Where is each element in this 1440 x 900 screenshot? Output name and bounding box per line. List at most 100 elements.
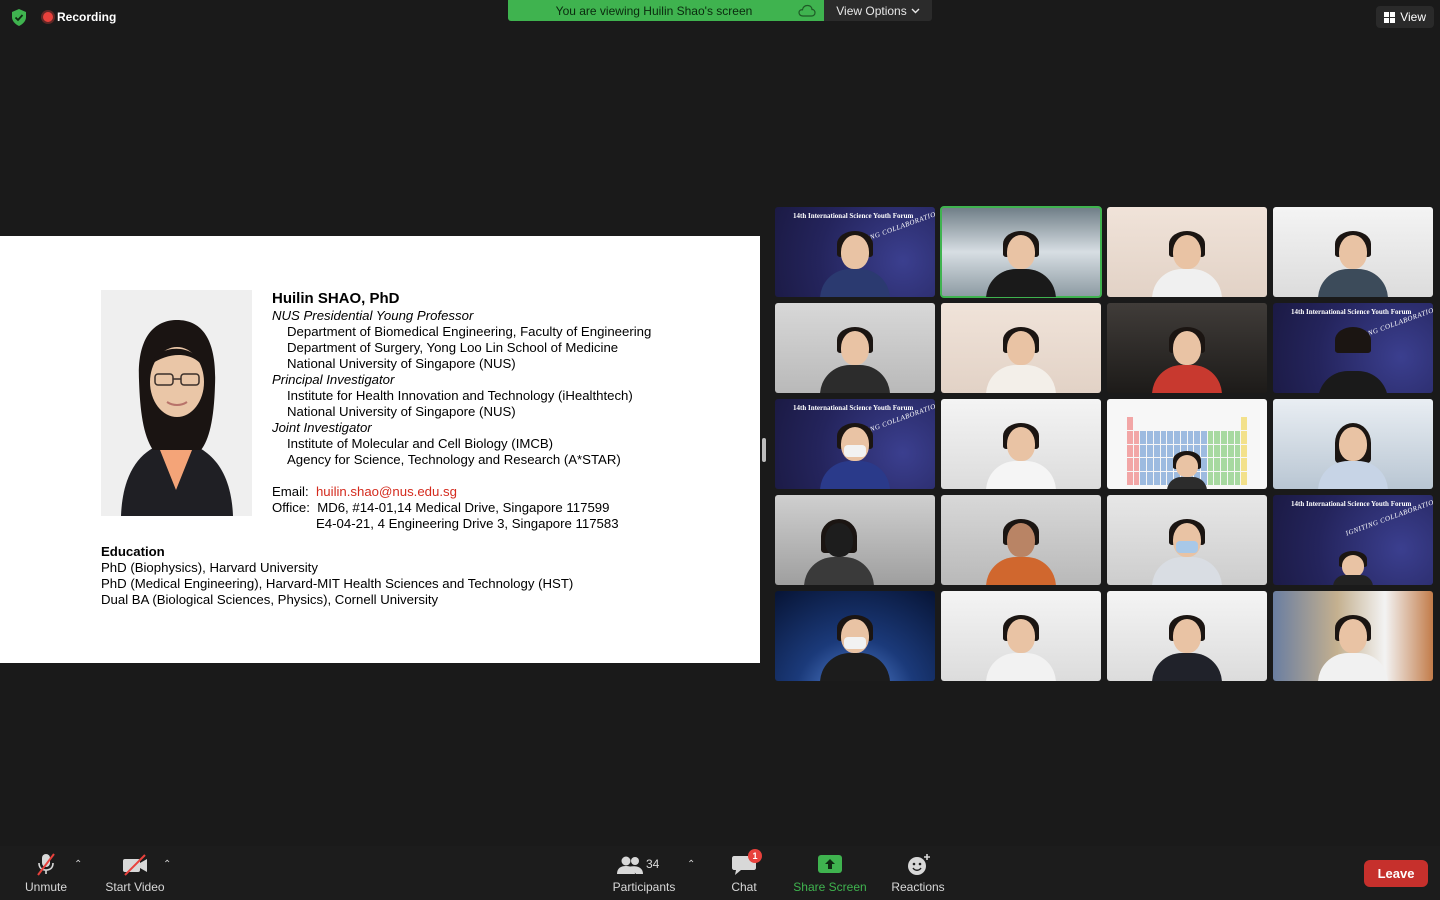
unmute-button[interactable]: Unmute <box>22 846 70 900</box>
education-item: Dual BA (Biological Sciences, Physics), … <box>101 592 439 607</box>
email-row: Email: huilin.shao@nus.edu.sg <box>272 484 651 500</box>
email-link[interactable]: huilin.shao@nus.edu.sg <box>316 484 457 499</box>
participant-video-tile[interactable] <box>775 303 935 393</box>
forum-banner-title: 14th International Science Youth Forum <box>793 404 914 412</box>
participant-video-tile[interactable] <box>941 495 1101 585</box>
speaker-name: Huilin SHAO, PhD <box>272 290 400 307</box>
smiley-plus-icon <box>908 854 930 875</box>
meeting-toolbar: Unmute ⌃ Start Video ⌃ 34 Participants ⌃ <box>0 846 1440 900</box>
split-divider-handle[interactable] <box>762 438 766 462</box>
participants-icon <box>617 856 643 874</box>
participant-silhouette <box>986 615 1056 681</box>
participants-count: 34 <box>646 857 660 871</box>
office-row: Office: MD6, #14-01,14 Medical Drive, Si… <box>272 500 651 516</box>
participant-silhouette <box>1318 615 1388 681</box>
top-bar: Recording You are viewing Huilin Shao's … <box>0 0 1440 34</box>
participants-label: Participants <box>612 880 676 894</box>
participant-video-tile[interactable] <box>1273 207 1433 297</box>
video-options-chevron-up-icon[interactable]: ⌃ <box>163 859 171 870</box>
education-section: Education PhD (Biophysics), Harvard Univ… <box>101 544 573 608</box>
participants-options-chevron-up-icon[interactable]: ⌃ <box>687 859 695 870</box>
participant-silhouette <box>1333 551 1373 585</box>
participant-silhouette <box>986 519 1056 585</box>
viewing-banner: You are viewing Huilin Shao's screen <box>508 0 824 21</box>
forum-banner-title: 14th International Science Youth Forum <box>1291 308 1412 316</box>
participant-silhouette <box>1152 615 1222 681</box>
participant-video-tile[interactable] <box>775 591 935 681</box>
participant-video-tile[interactable] <box>1107 399 1267 489</box>
forum-banner-title: 14th International Science Youth Forum <box>793 212 914 220</box>
audio-options-chevron-up-icon[interactable]: ⌃ <box>74 859 82 870</box>
role-1-line: National University of Singapore (NUS) <box>287 356 516 371</box>
role-1-line: Department of Surgery, Yong Loo Lin Scho… <box>287 340 619 355</box>
leave-button[interactable]: Leave <box>1364 860 1428 887</box>
email-label: Email: <box>272 484 309 499</box>
view-button[interactable]: View <box>1376 6 1434 28</box>
participant-video-tile[interactable] <box>1107 495 1267 585</box>
participant-silhouette <box>1152 231 1222 297</box>
chat-unread-badge: 1 <box>748 849 762 863</box>
participant-video-tile[interactable] <box>941 303 1101 393</box>
participant-video-tile[interactable]: 14th International Science Youth Forum I… <box>775 399 935 489</box>
reactions-button[interactable]: Reactions <box>887 846 949 900</box>
view-options-label: View Options <box>836 3 907 18</box>
office-line-1: MD6, #14-01,14 Medical Drive, Singapore … <box>317 500 610 515</box>
participant-video-tile[interactable]: 14th International Science Youth Forum I… <box>1273 303 1433 393</box>
participant-silhouette <box>1152 519 1222 585</box>
microphone-muted-icon <box>37 853 55 876</box>
recording-indicator[interactable]: Recording <box>43 10 116 24</box>
cloud-icon <box>798 4 816 17</box>
participant-video-tile[interactable]: 14th International Science Youth Forum I… <box>1273 495 1433 585</box>
participant-video-tile[interactable] <box>1107 591 1267 681</box>
grid-view-icon <box>1384 11 1396 23</box>
participant-silhouette <box>986 423 1056 489</box>
chat-label: Chat <box>731 880 757 894</box>
role-title-2: Principal Investigator <box>272 372 395 387</box>
participant-video-tile[interactable] <box>1273 591 1433 681</box>
speaker-photo <box>101 290 252 516</box>
share-screen-arrow-icon <box>818 855 842 873</box>
participant-video-tile[interactable] <box>941 399 1101 489</box>
view-options-button[interactable]: View Options <box>824 0 932 21</box>
office-line-2: E4-04-21, 4 Engineering Drive 3, Singapo… <box>316 516 619 531</box>
participant-silhouette <box>820 231 890 297</box>
role-3-line: Agency for Science, Technology and Resea… <box>287 452 621 467</box>
participant-silhouette <box>1152 327 1222 393</box>
chevron-down-icon <box>911 8 920 13</box>
view-label: View <box>1400 10 1426 24</box>
participants-button[interactable]: 34 Participants <box>608 846 680 900</box>
participant-video-tile[interactable] <box>1107 303 1267 393</box>
participant-silhouette <box>1318 231 1388 297</box>
reactions-label: Reactions <box>891 880 945 894</box>
participant-silhouette <box>986 327 1056 393</box>
role-title-3: Joint Investigator <box>272 420 372 435</box>
speaker-info: Huilin SHAO, PhD NUS Presidential Young … <box>272 290 651 532</box>
recording-label: Recording <box>57 10 117 24</box>
active-speaker-video-tile[interactable] <box>940 206 1102 298</box>
participant-silhouette <box>1167 451 1207 489</box>
participant-video-tile[interactable] <box>1107 207 1267 297</box>
role-1-line: Department of Biomedical Engineering, Fa… <box>287 324 652 339</box>
participant-video-tile[interactable] <box>1273 399 1433 489</box>
share-screen-label: Share Screen <box>793 880 867 894</box>
participant-silhouette <box>986 231 1056 297</box>
education-item: PhD (Medical Engineering), Harvard-MIT H… <box>101 576 574 591</box>
participant-video-tile[interactable] <box>775 495 935 585</box>
chat-button[interactable]: 1 Chat <box>722 846 766 900</box>
participant-video-tile[interactable] <box>941 591 1101 681</box>
share-screen-button[interactable]: Share Screen <box>790 846 870 900</box>
role-2-line: Institute for Health Innovation and Tech… <box>287 388 633 403</box>
participant-silhouette <box>1318 423 1388 489</box>
participant-video-tile[interactable]: 14th International Science Youth Forum I… <box>775 207 935 297</box>
forum-banner-title: 14th International Science Youth Forum <box>1291 500 1412 508</box>
start-video-button[interactable]: Start Video <box>100 846 170 900</box>
role-title-1: NUS Presidential Young Professor <box>272 308 474 323</box>
recording-dot-icon <box>43 12 53 22</box>
shield-icon[interactable] <box>11 9 27 26</box>
education-item: PhD (Biophysics), Harvard University <box>101 560 318 575</box>
office-label: Office: <box>272 500 310 515</box>
education-heading: Education <box>101 544 165 559</box>
start-video-label: Start Video <box>105 880 165 894</box>
role-2-line: National University of Singapore (NUS) <box>287 404 516 419</box>
participant-silhouette <box>804 519 874 585</box>
